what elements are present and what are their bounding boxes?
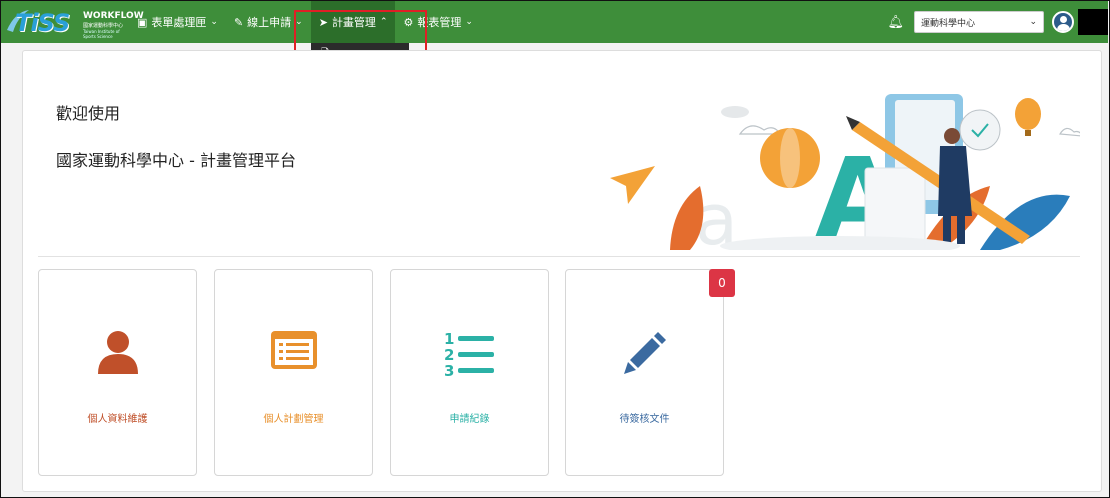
redacted-username xyxy=(1078,9,1108,35)
tile-pending-documents-label: 待簽核文件 xyxy=(619,414,670,425)
org-select-value: 運動科學中心 xyxy=(921,18,976,29)
logo-workflow: WORKFLOW xyxy=(83,11,144,21)
tile-application-record[interactable]: 1 2 3 申請紀錄 xyxy=(390,269,549,476)
navbar-right: 🔔︎ 運動科學中心 ⌄ xyxy=(887,1,1108,43)
platform-title: 國家運動科學中心 - 計畫管理平台 xyxy=(56,151,296,170)
pencil-icon xyxy=(623,332,666,374)
edit-icon: ✎ xyxy=(233,15,244,29)
tile-personal-project[interactable]: 個人計劃管理 xyxy=(214,269,373,476)
chevron-down-icon: ⌄ xyxy=(465,17,473,27)
tile-personal-info[interactable]: 個人資料維護 xyxy=(38,269,197,476)
bell-icon[interactable]: 🔔︎ xyxy=(887,15,904,30)
logo-org-cn: 國家運動科學中心 xyxy=(83,23,124,29)
tile-personal-info-label: 個人資料維護 xyxy=(87,414,148,425)
svg-text:3: 3 xyxy=(444,362,454,378)
tile-pending-documents[interactable]: 待簽核文件 xyxy=(565,269,724,476)
nav-form-inbox[interactable]: ▣ 表單處理匣 ⌄ xyxy=(129,1,226,43)
chevron-down-icon: ⌄ xyxy=(1029,17,1037,27)
org-select[interactable]: 運動科學中心 ⌄ xyxy=(914,11,1044,33)
nav-form-inbox-label: 表單處理匣 xyxy=(151,16,207,29)
top-navbar: TiSS WORKFLOW 國家運動科學中心 Taiwan Institute … xyxy=(1,1,1108,43)
welcome-heading: 歡迎使用 xyxy=(56,104,121,123)
tiss-logo[interactable]: TiSS WORKFLOW 國家運動科學中心 Taiwan Institute … xyxy=(1,1,144,43)
tile-personal-project-label: 個人計劃管理 xyxy=(263,414,324,425)
user-avatar[interactable] xyxy=(1052,11,1074,33)
section-divider xyxy=(38,256,1080,257)
user-icon xyxy=(97,331,138,374)
nav-online-apply-label: 線上申請 xyxy=(247,16,292,29)
pending-count-badge: 0 xyxy=(709,269,735,297)
chevron-down-icon: ⌄ xyxy=(210,17,218,27)
list-card-icon xyxy=(270,331,317,369)
tile-application-record-label: 申請紀錄 xyxy=(449,414,490,425)
hero-illustration: A a xyxy=(610,94,1080,250)
logo-brand: TiSS xyxy=(15,9,70,37)
logo-org-en: Taiwan Institute of Sports Science xyxy=(83,29,120,39)
numbered-list-icon: 1 2 3 xyxy=(444,330,494,378)
